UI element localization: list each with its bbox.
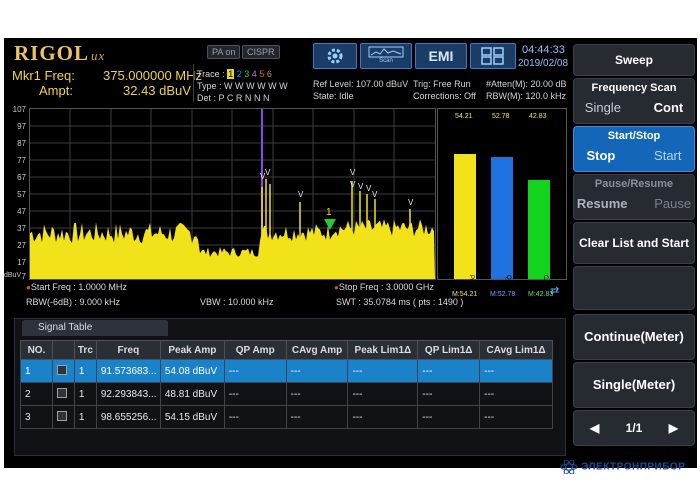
marker-ampt-value: 32.43 dBuV bbox=[123, 83, 191, 98]
page-navigator: ◀ 1/1 ▶ bbox=[573, 410, 695, 446]
start-stop-softkey[interactable]: Start/Stop Stop Start bbox=[573, 126, 695, 172]
col-cavg-lim: CAvg Lim1Δ bbox=[479, 340, 553, 360]
table-header: NO. Trc Freq Peak Amp QP Amp CAvg Amp Pe… bbox=[20, 340, 553, 360]
y-tick: 57 bbox=[17, 190, 26, 199]
frequency-scan-softkey[interactable]: Frequency Scan Single Cont bbox=[573, 78, 695, 124]
clock-time: 04:44:33 bbox=[522, 44, 565, 56]
layout-icon bbox=[481, 47, 504, 65]
attenuation: #Atten(M): 20.00 dB bbox=[486, 79, 567, 89]
ref-level: Ref Level: 107.00 dBuV bbox=[313, 79, 409, 89]
emi-button[interactable]: EMI bbox=[415, 43, 467, 69]
col-no: NO. bbox=[20, 340, 53, 360]
y-tick: 37 bbox=[17, 224, 26, 233]
svg-text:V: V bbox=[372, 190, 378, 199]
empty-softkey bbox=[573, 266, 695, 310]
y-tick: 67 bbox=[17, 173, 26, 182]
page-indicator: 1/1 bbox=[625, 421, 643, 435]
marker-label: 1 bbox=[326, 207, 332, 218]
settings-button[interactable] bbox=[313, 43, 357, 69]
col-qp-lim: QP Lim1Δ bbox=[417, 340, 481, 360]
svg-text:V: V bbox=[265, 168, 271, 177]
clock-date: 2019/02/08 bbox=[518, 58, 569, 69]
svg-text:V: V bbox=[350, 168, 356, 177]
qp-name: QP bbox=[505, 275, 511, 284]
y-tick: 47 bbox=[17, 207, 26, 216]
refresh-icon[interactable]: ⇄ bbox=[550, 284, 559, 297]
next-page-icon[interactable]: ▶ bbox=[669, 411, 678, 445]
signal-table[interactable]: NO. Trc Freq Peak Amp QP Amp CAvg Amp Pe… bbox=[20, 340, 553, 429]
col-qp-amp: QP Amp bbox=[223, 340, 287, 360]
row-checkbox[interactable] bbox=[56, 387, 67, 398]
single-meter-button[interactable]: Single(Meter) bbox=[573, 362, 695, 408]
meter-panel: 54.21 52.78 42.83 Peak QP CAvg bbox=[437, 108, 567, 290]
marker-ampt-label: Ampt: bbox=[39, 83, 73, 98]
peak-bar bbox=[454, 154, 476, 279]
y-tick: 17 bbox=[17, 258, 26, 267]
cavg-bar bbox=[528, 180, 550, 279]
y-tick: 27 bbox=[17, 241, 26, 250]
peak-name: Peak bbox=[468, 275, 474, 289]
trace-info: Trace : 1 2 3 4 5 6 Type : W W W W W W D… bbox=[197, 69, 288, 103]
continue-meter-button[interactable]: Continue(Meter) bbox=[573, 314, 695, 360]
col-freq: Freq bbox=[95, 340, 161, 360]
start-freq: ●Start Freq : 1.0000 MHz bbox=[26, 282, 127, 292]
layout-button[interactable] bbox=[470, 43, 516, 69]
marker-freq-label: Mkr1 Freq: bbox=[12, 68, 75, 83]
state: State: Idle bbox=[313, 91, 354, 101]
watermark: ЭЛЕКТРОНПРИБОР bbox=[560, 459, 685, 475]
svg-text:V: V bbox=[408, 198, 414, 207]
row-checkbox[interactable] bbox=[56, 410, 67, 421]
scan-button[interactable]: Scan bbox=[360, 43, 412, 69]
swt-footer: SWT : 35.0784 ms ( pts : 1490 ) bbox=[336, 297, 464, 307]
cavg-value: 42.83 bbox=[529, 113, 547, 120]
clear-list-button[interactable]: Clear List and Start bbox=[573, 222, 695, 264]
pause-resume-softkey[interactable]: Pause/Resume Resume Pause bbox=[573, 174, 695, 220]
peak-markers: V VV VV V VVV bbox=[260, 168, 414, 207]
y-tick: 107 bbox=[12, 105, 26, 114]
pa-button[interactable]: PA on bbox=[207, 45, 241, 59]
cispr-button[interactable]: CISPR bbox=[242, 45, 280, 59]
prev-page-icon[interactable]: ◀ bbox=[590, 411, 599, 445]
y-unit: dBuV bbox=[4, 272, 22, 279]
col-peak-amp: Peak Amp bbox=[159, 340, 225, 360]
svg-text:V: V bbox=[350, 180, 356, 189]
qp-value: 52.78 bbox=[492, 113, 510, 120]
y-tick: 77 bbox=[17, 156, 26, 165]
scan-icon bbox=[368, 46, 404, 58]
table-row[interactable]: 3 1 98.655256... 54.15 dBuV --- --- --- … bbox=[20, 405, 553, 429]
menu-title[interactable]: Sweep bbox=[573, 44, 695, 76]
vbw-footer: VBW : 10.000 kHz bbox=[200, 297, 274, 307]
brand-logo: RIGOL ux bbox=[14, 41, 106, 65]
col-cavg-amp: CAvg Amp bbox=[285, 340, 349, 360]
trigger: Trig: Free Run bbox=[413, 79, 471, 89]
analyzer-screen: RIGOL ux Mkr1 Freq: 375.000000 MHz Ampt: … bbox=[4, 38, 697, 468]
y-tick: 97 bbox=[17, 122, 26, 131]
softkey-panel: Sweep Frequency Scan Single Cont Start/S… bbox=[569, 38, 697, 468]
cavg-name: CAvg bbox=[542, 275, 548, 290]
col-check bbox=[51, 340, 75, 360]
gear-icon bbox=[327, 48, 343, 64]
rbw-footer: RBW(-6dB) : 9.000 kHz bbox=[26, 297, 121, 307]
marker-freq-value: 375.000000 MHz bbox=[103, 68, 203, 83]
rbw-info: RBW(M): 120.0 kHz bbox=[486, 91, 567, 101]
spectrum-plot[interactable]: VVV VVV VVV 1 bbox=[29, 108, 436, 280]
spectrum-svg: V VV VV V VVV 1 bbox=[30, 109, 435, 279]
atom-icon bbox=[560, 459, 578, 475]
col-trc: Trc bbox=[73, 340, 97, 360]
table-row[interactable]: 1 1 91.573683... 54.08 dBuV --- --- --- … bbox=[20, 359, 553, 383]
svg-text:V: V bbox=[298, 190, 304, 199]
col-peak-lim: Peak Lim1Δ bbox=[347, 340, 419, 360]
table-row[interactable]: 2 1 92.293843... 48.81 dBuV --- --- --- … bbox=[20, 382, 553, 406]
qp-max: M:52.78 bbox=[490, 291, 516, 298]
y-tick: 87 bbox=[17, 139, 26, 148]
svg-text:V: V bbox=[358, 182, 364, 191]
corrections: Corrections: Off bbox=[413, 91, 476, 101]
stop-freq: ●Stop Freq : 3.0000 GHz bbox=[334, 282, 434, 292]
row-checkbox[interactable] bbox=[56, 364, 67, 375]
signal-table-tab[interactable]: Signal Table bbox=[22, 320, 168, 336]
qp-bar bbox=[491, 157, 513, 279]
peak-value: 54.21 bbox=[455, 113, 473, 120]
